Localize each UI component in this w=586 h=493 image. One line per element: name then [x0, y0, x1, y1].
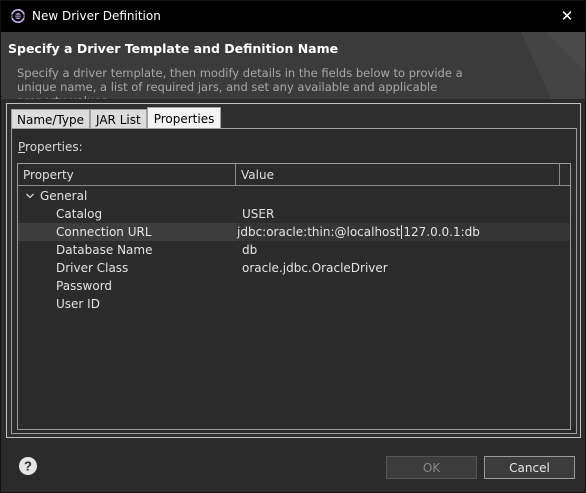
table-row-password[interactable]: Password — [18, 277, 570, 295]
connection-url-text-after-cursor: 127.0.0.1:db — [403, 225, 480, 239]
header-banner-graphic — [521, 32, 585, 99]
svg-text:?: ? — [24, 459, 32, 474]
close-icon: ✕ — [560, 7, 574, 25]
properties-panel: Properties: Property Value General Catal… — [11, 128, 577, 434]
table-row-connection-url[interactable]: Connection URL jdbc:oracle:thin:@localho… — [18, 223, 570, 241]
properties-label: Properties: — [18, 140, 83, 154]
property-name: Connection URL — [56, 225, 152, 239]
table-row-catalog[interactable]: Catalog USER — [18, 205, 570, 223]
property-name: Password — [56, 279, 113, 293]
table-row-driver-class[interactable]: Driver Class oracle.jdbc.OracleDriver — [18, 259, 570, 277]
text-cursor — [401, 225, 403, 239]
tab-properties[interactable]: Properties — [146, 107, 222, 130]
property-name: Catalog — [56, 207, 103, 221]
table-header: Property Value — [18, 164, 570, 186]
content-area: Name/Type JAR List Properties Properties… — [6, 103, 581, 438]
property-value[interactable]: oracle.jdbc.OracleDriver — [242, 259, 388, 277]
properties-label-rest: roperties: — [25, 140, 83, 154]
column-header-value[interactable]: Value — [236, 164, 560, 186]
cancel-button[interactable]: Cancel — [484, 456, 575, 479]
connection-url-text-before-cursor: jdbc:oracle:thin:@localhost — [237, 225, 401, 239]
dialog-window: New Driver Definition ✕ Specify a Driver… — [0, 0, 586, 493]
header-description: Specify a driver template, then modify d… — [17, 66, 463, 99]
column-header-property[interactable]: Property — [18, 164, 236, 186]
title-bar: New Driver Definition ✕ — [1, 1, 585, 32]
wizard-header: Specify a Driver Template and Definition… — [1, 32, 585, 99]
property-name: Driver Class — [56, 261, 129, 275]
properties-label-mnemonic: P — [18, 140, 26, 154]
table-row-database-name[interactable]: Database Name db — [18, 241, 570, 259]
close-button[interactable]: ✕ — [555, 5, 579, 27]
tab-name-type[interactable]: Name/Type — [11, 109, 91, 130]
property-name: User ID — [56, 297, 100, 311]
connection-url-edit-field[interactable]: jdbc:oracle:thin:@localhost 127.0.0.1:db — [236, 223, 570, 241]
window-title: New Driver Definition — [32, 9, 161, 23]
properties-table[interactable]: Property Value General Catalog USER Conn… — [17, 163, 571, 430]
eclipse-app-icon — [11, 9, 25, 23]
tree-group-general[interactable]: General — [18, 187, 570, 205]
property-value[interactable]: USER — [242, 205, 274, 223]
ok-button[interactable]: OK — [386, 456, 477, 479]
help-icon[interactable]: ? — [18, 456, 38, 476]
tab-bar: Name/Type JAR List Properties — [11, 107, 222, 130]
tab-jar-list[interactable]: JAR List — [90, 109, 147, 130]
chevron-down-icon[interactable] — [24, 190, 36, 202]
header-title: Specify a Driver Template and Definition… — [8, 41, 339, 56]
group-label: General — [40, 189, 88, 203]
table-row-user-id[interactable]: User ID — [18, 295, 570, 313]
property-value[interactable]: db — [242, 241, 257, 259]
property-name: Database Name — [56, 243, 153, 257]
